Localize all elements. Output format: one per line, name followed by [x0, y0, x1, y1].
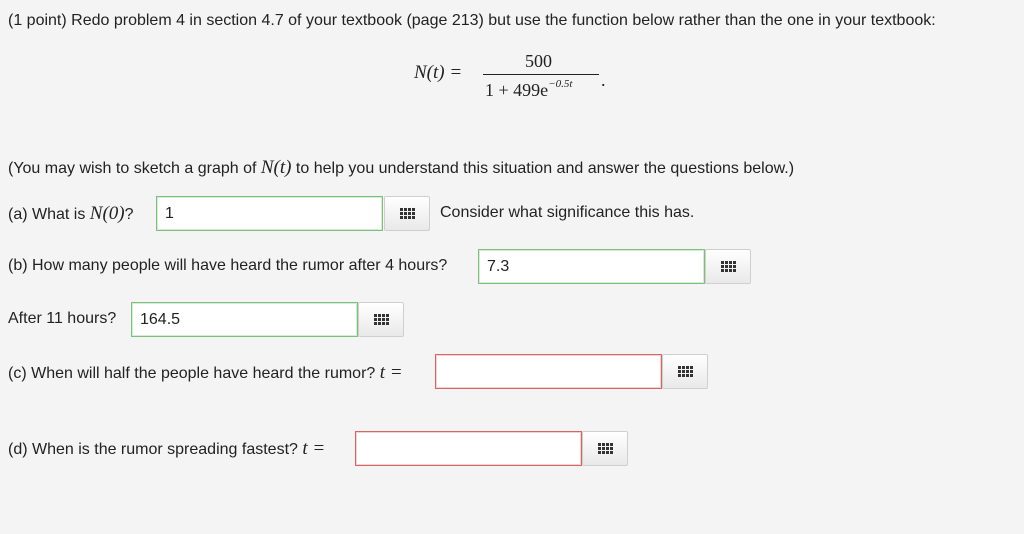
- part-d-label: (d) When is the rumor spreading fastest?…: [8, 438, 326, 459]
- part-a-equation-editor-button[interactable]: [384, 196, 430, 231]
- formula-numerator: 500: [525, 51, 552, 71]
- part-b2-answer-input[interactable]: [131, 302, 358, 337]
- equation-grid-icon: [677, 366, 693, 377]
- equation-grid-icon: [720, 261, 736, 272]
- part-b-label: (b) How many people will have heard the …: [8, 257, 448, 274]
- part-b-answer-input[interactable]: [478, 249, 705, 284]
- formula-exponent: −0.5t: [548, 78, 573, 90]
- equation-grid-icon: [399, 208, 415, 219]
- part-c-label: (c) When will half the people have heard…: [8, 362, 403, 383]
- part-c-equation-editor-button[interactable]: [662, 354, 708, 389]
- part-d-math: t =: [302, 438, 326, 459]
- equation-grid-icon: [597, 443, 613, 454]
- formula-denominator: 1 + 499e: [485, 80, 549, 100]
- part-b2-equation-editor-button[interactable]: [358, 302, 404, 337]
- problem-intro: (1 point) Redo problem 4 in section 4.7 …: [8, 12, 936, 29]
- equation-grid-icon: [373, 314, 389, 325]
- part-a-note: Consider what significance this has.: [440, 204, 695, 221]
- formula-lhs: N(t) =: [414, 62, 463, 83]
- formula-period: .: [601, 70, 606, 90]
- part-a-label: (a) What is N(0)?: [8, 203, 134, 224]
- part-c-answer-input[interactable]: [435, 354, 662, 389]
- part-d-equation-editor-button[interactable]: [582, 431, 628, 466]
- part-d-answer-input[interactable]: [355, 431, 582, 466]
- fraction-bar: [483, 74, 599, 75]
- hint-math: N(t): [260, 157, 292, 178]
- part-c-math: t =: [379, 362, 403, 383]
- hint-text: (You may wish to sketch a graph of N(t) …: [8, 157, 795, 178]
- part-b-equation-editor-button[interactable]: [705, 249, 751, 284]
- part-a-math: N(0): [89, 203, 125, 224]
- part-a-answer-input[interactable]: [156, 196, 383, 231]
- part-b2-label: After 11 hours?: [8, 310, 117, 327]
